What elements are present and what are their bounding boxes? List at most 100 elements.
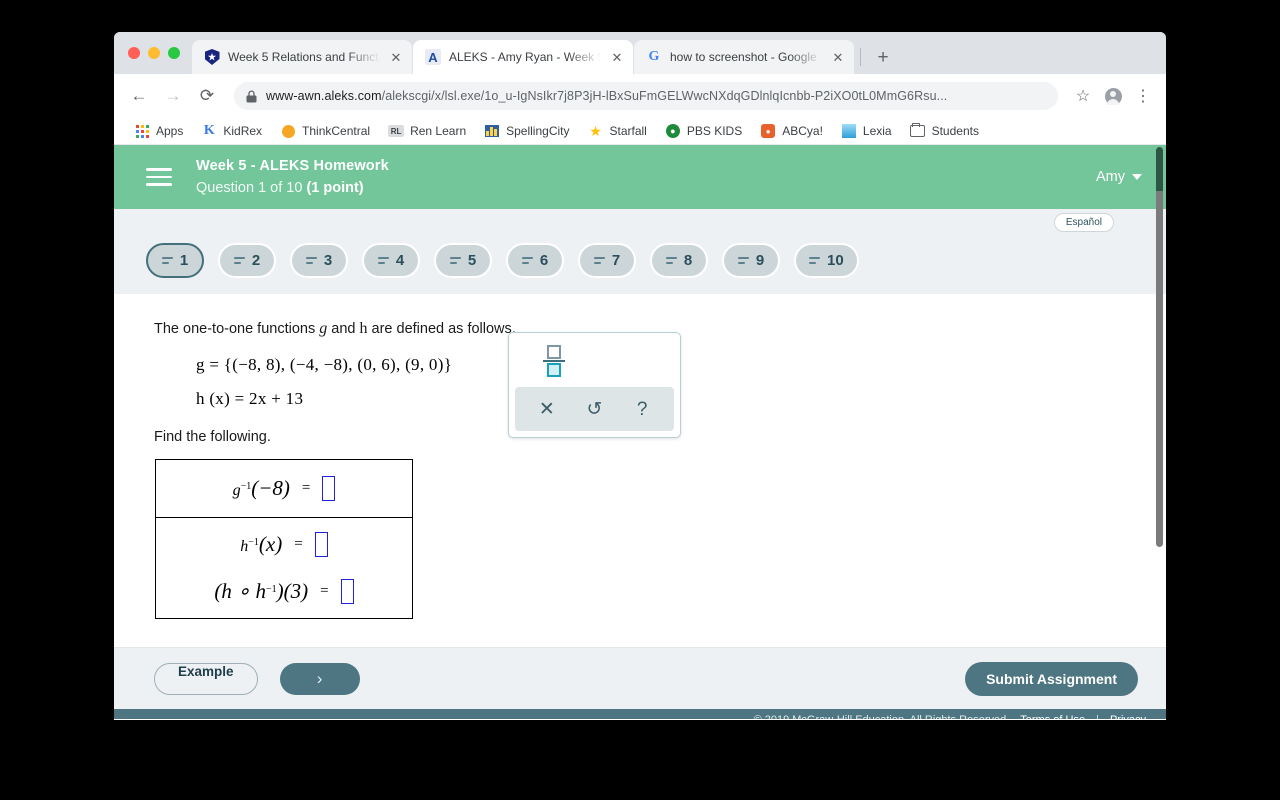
next-question-button[interactable]: › [279, 662, 360, 695]
bookmark-star-icon[interactable]: ☆ [1070, 83, 1096, 109]
exponent: −1 [248, 537, 259, 548]
bookmark-renlearn[interactable]: RL Ren Learn [380, 120, 474, 142]
bookmark-label: Ren Learn [410, 124, 467, 138]
shield-icon: ★ [204, 49, 220, 65]
answer-input-3[interactable] [340, 579, 354, 604]
starfall-star-icon: ★ [589, 122, 602, 139]
copyright-text: © 2019 McGraw-Hill Education. All Rights… [754, 714, 1010, 720]
close-window-button[interactable] [128, 47, 140, 59]
lines-icon [377, 257, 389, 264]
question-button-10[interactable]: 10 [794, 243, 859, 278]
tab-divider [860, 48, 861, 66]
question-status: Question 1 of 10 (1 point) [196, 177, 1096, 199]
expression-text: g−1(−8) [233, 476, 290, 501]
close-icon[interactable]: ✕ [609, 49, 625, 65]
prompt-var-h: h [359, 320, 368, 337]
equals-sign: = [320, 583, 329, 599]
abcya-icon: ● [760, 123, 776, 139]
aleks-subheader: Español 1 2 3 4 5 6 7 8 9 10 [114, 209, 1166, 294]
terms-of-use-link[interactable]: Terms of Use [1020, 714, 1085, 720]
profile-avatar-icon[interactable] [1100, 83, 1126, 109]
fraction-icon[interactable] [537, 342, 571, 380]
reload-button[interactable]: ⟳ [192, 81, 222, 111]
bookmark-lexia[interactable]: Lexia [833, 120, 900, 142]
chevron-down-icon [1132, 174, 1142, 180]
url-path: /alekscgi/x/lsl.exe/1o_u-IgNsIkr7j8P3jH-… [381, 89, 948, 103]
maximize-window-button[interactable] [168, 47, 180, 59]
submit-assignment-button[interactable]: Submit Assignment [965, 661, 1138, 696]
question-button-2[interactable]: 2 [218, 243, 276, 278]
back-button[interactable]: ← [124, 81, 154, 111]
fraction-bar [543, 359, 565, 363]
question-button-6[interactable]: 6 [506, 243, 564, 278]
example-button[interactable]: Example [154, 662, 258, 695]
lines-icon [233, 257, 245, 264]
browser-menu-icon[interactable]: ⋮ [1130, 83, 1156, 109]
answer-row-1: g−1(−8) = [156, 460, 412, 517]
bookmark-starfall[interactable]: ★ Starfall [580, 120, 655, 142]
address-bar[interactable]: www-awn.aleks.com/alekscgi/x/lsl.exe/1o_… [234, 82, 1058, 110]
question-button-3[interactable]: 3 [290, 243, 348, 278]
fraction-denominator-box [547, 363, 561, 378]
bookmark-pbskids[interactable]: ● PBS KIDS [657, 120, 750, 142]
bookmark-spellingcity[interactable]: SpellingCity [476, 120, 577, 142]
hamburger-menu-icon[interactable] [146, 168, 172, 186]
question-button-4[interactable]: 4 [362, 243, 420, 278]
question-button-7[interactable]: 7 [578, 243, 636, 278]
exponent: −1 [240, 481, 252, 492]
equals-sign: = [294, 536, 303, 552]
bookmark-label: Starfall [609, 124, 647, 138]
new-tab-button[interactable]: + [869, 43, 897, 71]
answer-row-2: h−1(x) = (h ∘ h−1)(3) = [156, 517, 412, 618]
help-icon[interactable]: ? [627, 394, 657, 424]
bookmark-thinkcentral[interactable]: ThinkCentral [272, 120, 378, 142]
bookmark-label: Students [931, 124, 979, 138]
bookmark-students[interactable]: Students [902, 120, 987, 142]
page-scrollbar[interactable] [1152, 145, 1166, 719]
footer-separator: | [1096, 714, 1099, 720]
close-icon[interactable]: ✕ [388, 49, 404, 65]
bookmark-kidrex[interactable]: K KidRex [193, 120, 270, 142]
privacy-link[interactable]: Privacy [1110, 714, 1146, 720]
header-titles: Week 5 - ALEKS Homework Question 1 of 10… [196, 155, 1096, 200]
expression-text: (h ∘ h−1)(3) [214, 579, 308, 604]
browser-toolbar: ← → ⟳ www-awn.aleks.com/alekscgi/x/lsl.e… [114, 74, 1166, 118]
question-button-5[interactable]: 5 [434, 243, 492, 278]
equals-sign: = [301, 480, 311, 496]
homework-title: Week 5 - ALEKS Homework [196, 157, 389, 174]
url-host: www-awn.aleks.com [266, 89, 382, 103]
palette-toolbar: ✕ ↺ ? [515, 387, 674, 431]
renlearn-icon: RL [388, 123, 405, 139]
bookmark-apps[interactable]: Apps [126, 120, 191, 142]
clear-icon[interactable]: ✕ [532, 394, 562, 424]
undo-icon[interactable]: ↺ [579, 394, 609, 424]
lines-icon [737, 257, 749, 264]
aleks-page: Week 5 - ALEKS Homework Question 1 of 10… [114, 145, 1166, 719]
fn-name: (h ∘ h [214, 579, 267, 603]
question-button-1[interactable]: 1 [146, 243, 204, 278]
tab-title: Week 5 Relations and Function [228, 50, 380, 64]
user-menu[interactable]: Amy [1096, 169, 1142, 185]
question-button-9[interactable]: 9 [722, 243, 780, 278]
browser-tab-3[interactable]: G how to screenshot - Google Se ✕ [634, 40, 854, 74]
answer-input-1[interactable] [322, 476, 336, 501]
aleks-a-icon: A [425, 49, 441, 65]
browser-tab-2[interactable]: A ALEKS - Amy Ryan - Week 5 - ✕ [413, 40, 633, 74]
forward-button[interactable]: → [158, 81, 188, 111]
page-scrollbar-thumb[interactable] [1156, 147, 1163, 547]
answer-table: g−1(−8) = h−1(x) = (h ∘ h−1)(3) = [155, 459, 413, 619]
espanol-button[interactable]: Español [1053, 213, 1114, 232]
close-icon[interactable]: ✕ [830, 49, 846, 65]
minimize-window-button[interactable] [148, 47, 160, 59]
lines-icon [449, 257, 461, 264]
lines-icon [593, 257, 605, 264]
question-number: 8 [683, 252, 693, 269]
lines-icon [161, 257, 173, 264]
copyright-bar: © 2019 McGraw-Hill Education. All Rights… [114, 709, 1166, 719]
question-button-8[interactable]: 8 [650, 243, 708, 278]
question-body: The one-to-one functions g and h are def… [114, 294, 1166, 647]
browser-tab-1[interactable]: ★ Week 5 Relations and Function ✕ [192, 40, 412, 74]
bookmark-abcya[interactable]: ● ABCya! [752, 120, 831, 142]
answer-input-2[interactable] [314, 532, 328, 557]
lock-icon [246, 89, 257, 103]
